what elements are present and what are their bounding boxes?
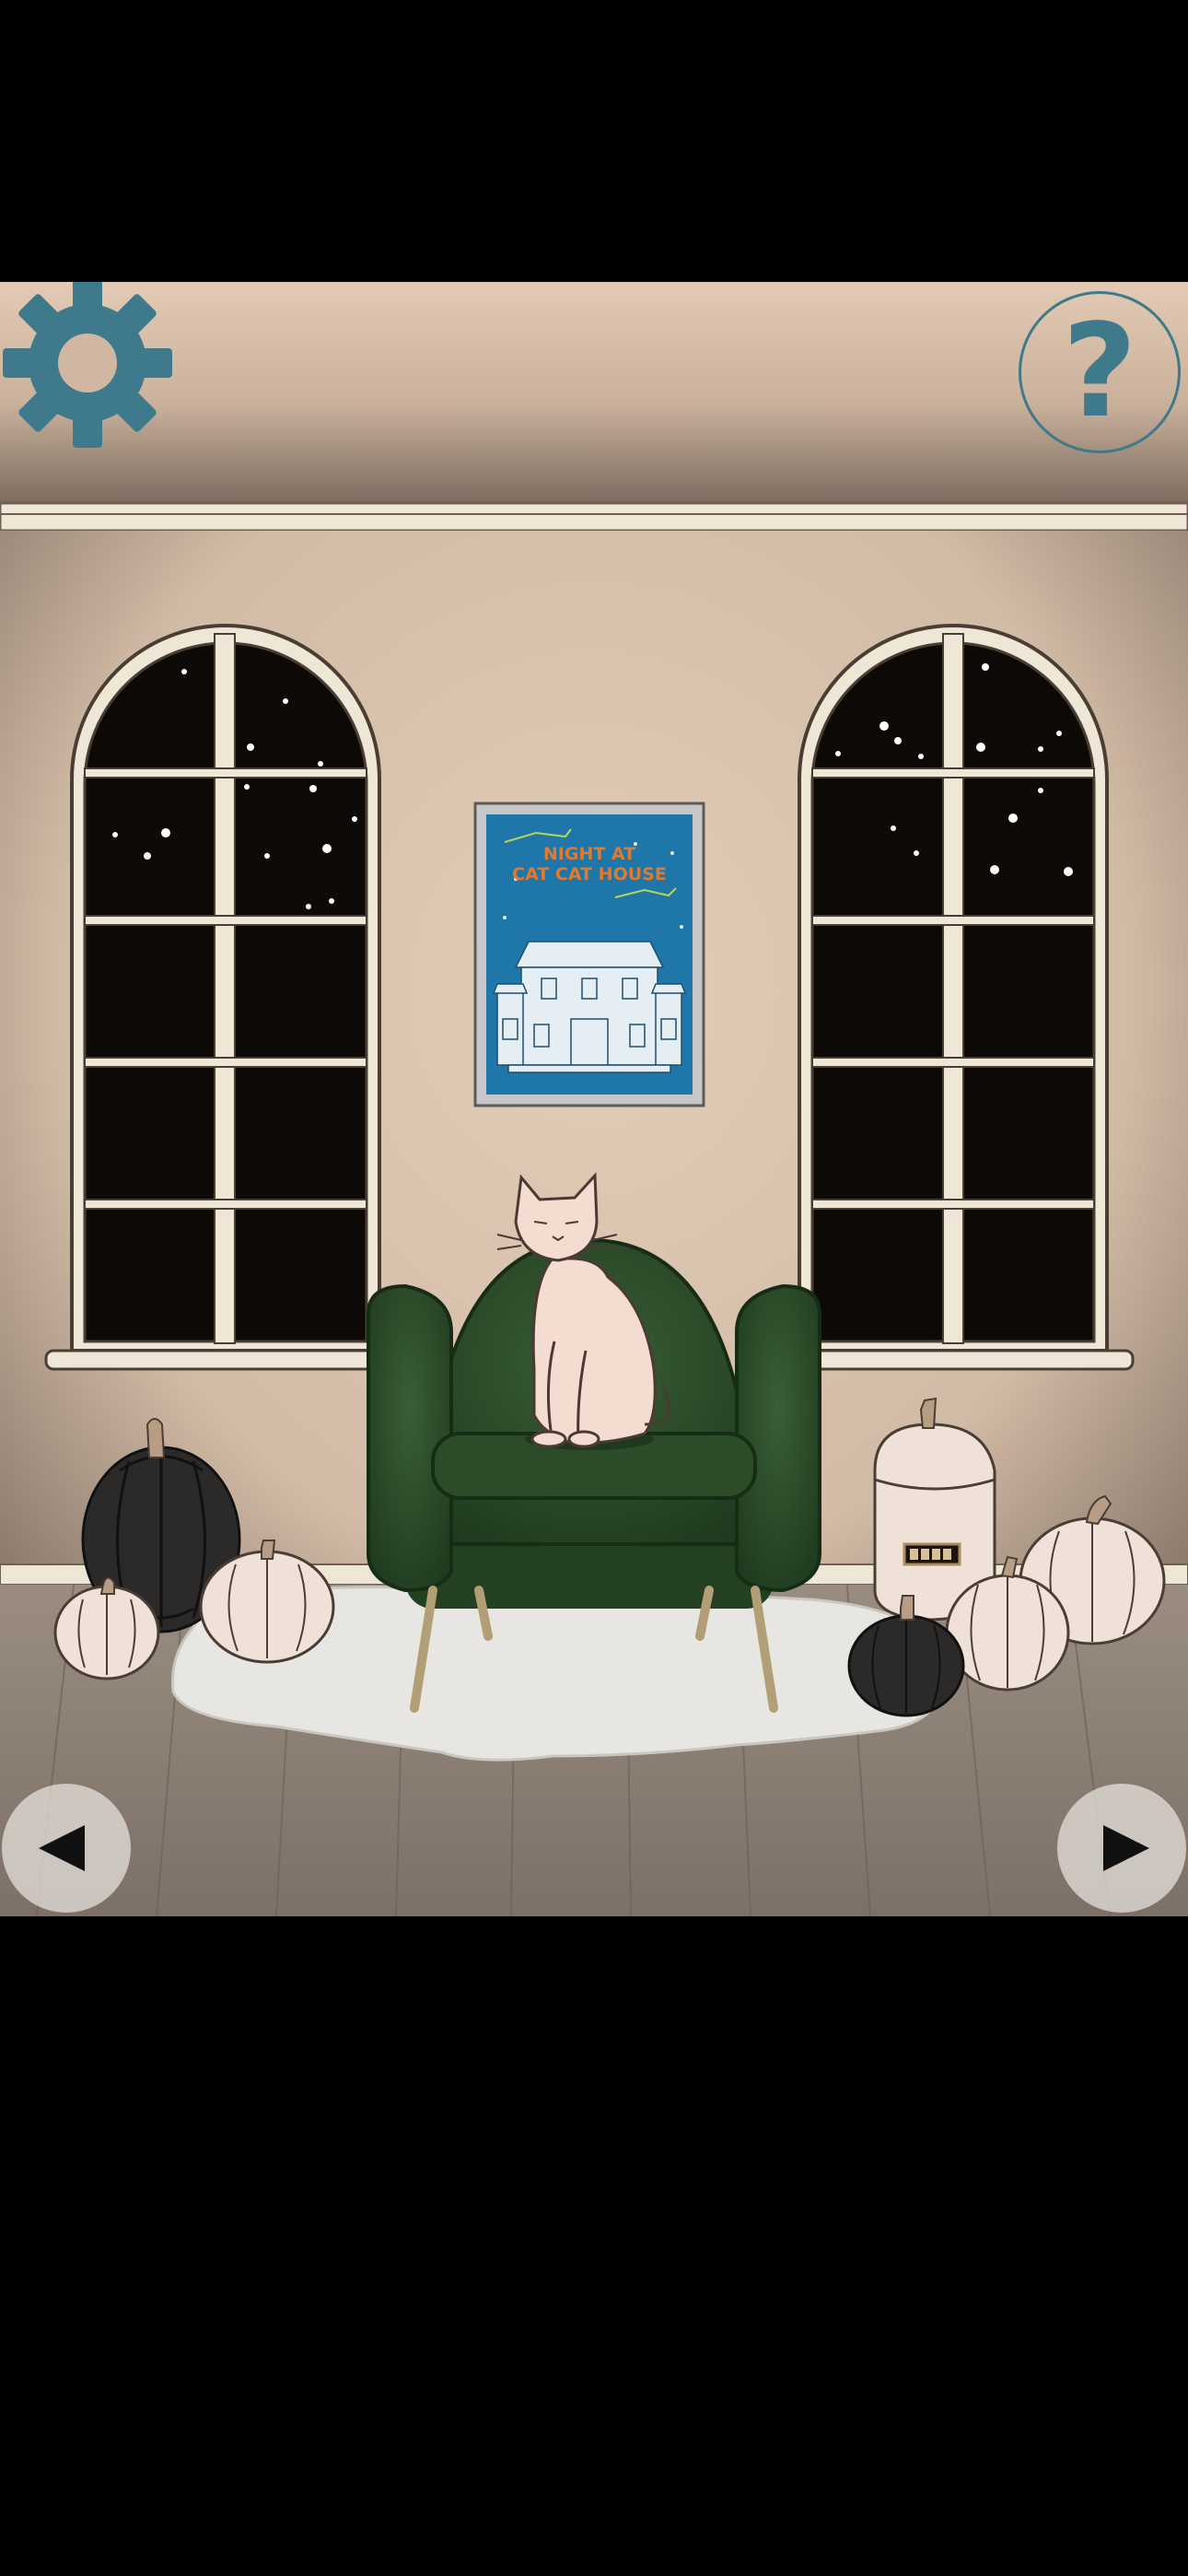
gear-icon — [3, 282, 172, 448]
arrow-left-icon — [39, 1825, 85, 1871]
poster-title-line2: CAT CAT HOUSE — [512, 864, 667, 884]
room-scene: ? NIGHT AT CAT CAT HOUSE — [0, 282, 1188, 1916]
poster-title: NIGHT AT CAT CAT HOUSE — [486, 844, 693, 884]
room-illustration — [0, 282, 1188, 1916]
help-icon: ? — [1062, 297, 1137, 447]
nav-right-button[interactable] — [1057, 1784, 1186, 1913]
house-illustration — [492, 941, 687, 1073]
arrow-right-icon — [1103, 1825, 1149, 1871]
help-button[interactable]: ? — [1019, 291, 1181, 453]
left-window[interactable] — [44, 624, 407, 1371]
poster-title-line1: NIGHT AT — [542, 844, 636, 864]
right-window[interactable] — [772, 624, 1135, 1371]
settings-button[interactable] — [0, 282, 175, 448]
nav-left-button[interactable] — [2, 1784, 131, 1913]
